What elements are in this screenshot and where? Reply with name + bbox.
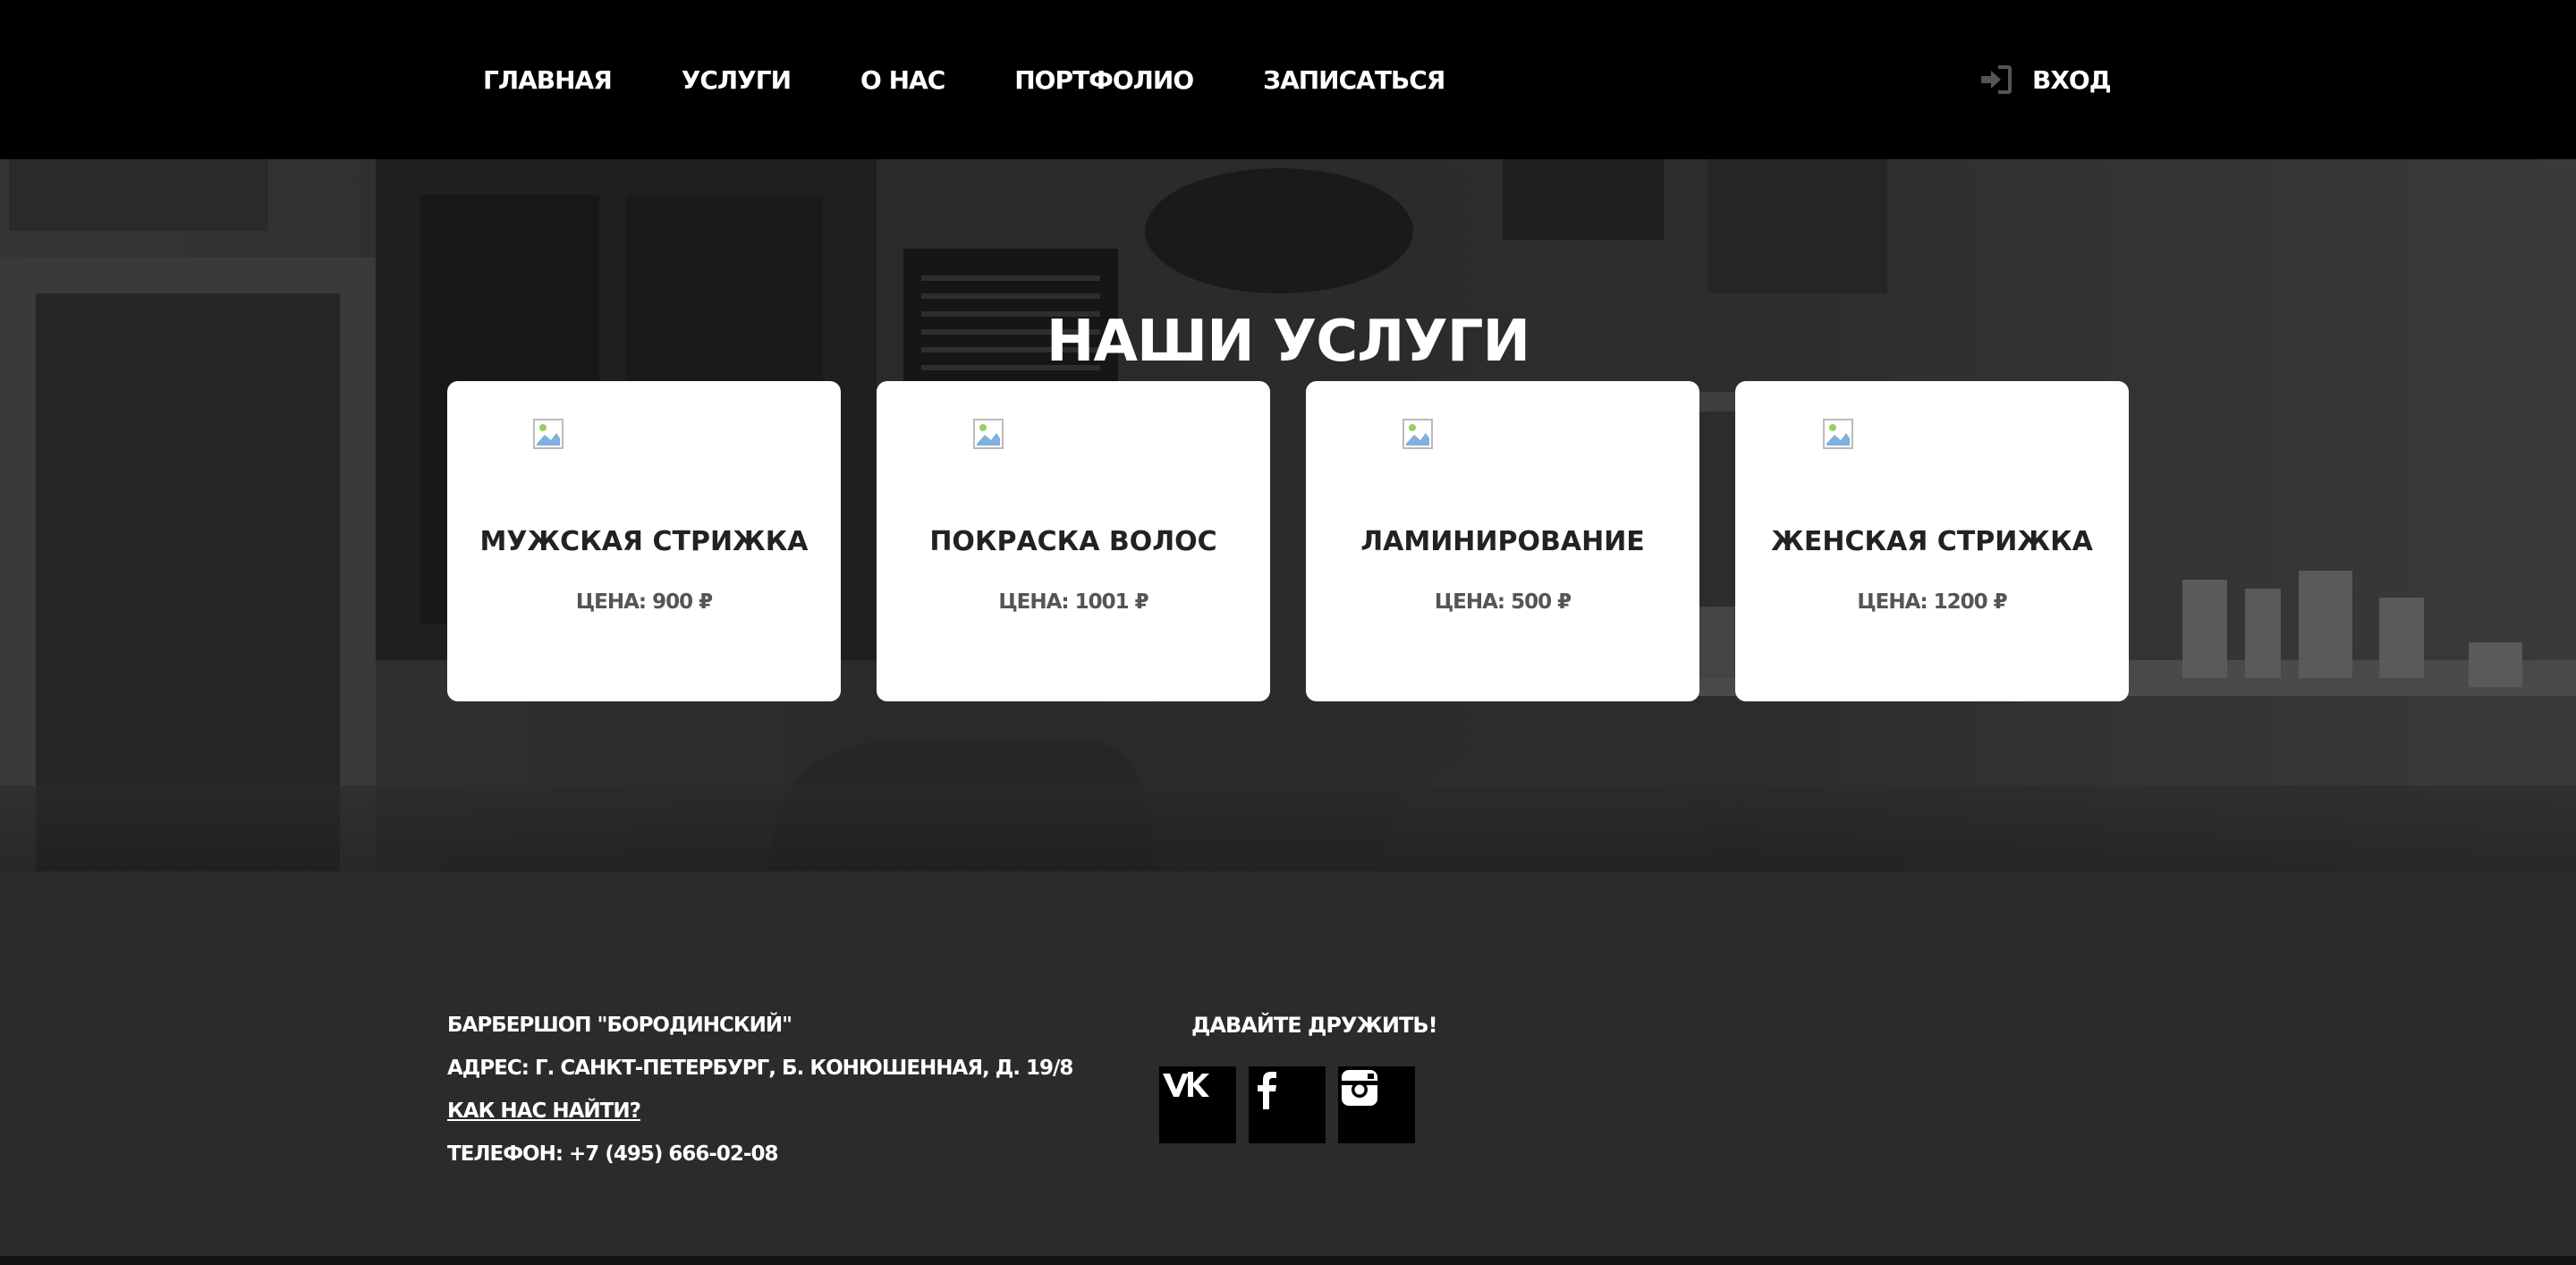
service-card-title: ЛАМИНИРОВАНИЕ <box>1360 526 1645 557</box>
service-card-womens-haircut[interactable]: ЖЕНСКАЯ СТРИЖКА ЦЕНА: 1200 ₽ <box>1735 381 2129 701</box>
nav-portfolio[interactable]: ПОРТФОЛИО <box>1014 65 1194 95</box>
instagram-icon <box>1342 1070 1377 1106</box>
social-links <box>1159 1066 1415 1143</box>
facebook-link[interactable] <box>1249 1066 1326 1143</box>
services-title: НАШИ УСЛУГИ <box>1046 308 1530 375</box>
nav-booking[interactable]: ЗАПИСАТЬСЯ <box>1263 65 1445 95</box>
shop-phone: ТЕЛЕФОН: +7 (495) 666-02-08 <box>447 1142 778 1166</box>
service-card-title: МУЖСКАЯ СТРИЖКА <box>479 526 809 557</box>
instagram-link[interactable] <box>1338 1066 1415 1143</box>
site-header: ГЛАВНАЯ УСЛУГИ О НАС ПОРТФОЛИО ЗАПИСАТЬС… <box>0 0 2576 159</box>
service-card-price: ЦЕНА: 1001 ₽ <box>998 590 1148 614</box>
nav-about[interactable]: О НАС <box>860 65 945 95</box>
shop-name: БАРБЕРШОП "БОРОДИНСКИЙ" <box>447 1014 792 1037</box>
social-title: ДАВАЙТЕ ДРУЖИТЬ! <box>1191 1013 1438 1038</box>
vk-icon <box>1163 1072 1209 1097</box>
login-button[interactable]: ВХОД <box>1979 0 2112 159</box>
vk-link[interactable] <box>1159 1066 1236 1143</box>
service-card-title: ПОКРАСКА ВОЛОС <box>929 526 1217 557</box>
login-label: ВХОД <box>2032 64 2112 95</box>
service-card-lamination[interactable]: ЛАМИНИРОВАНИЕ ЦЕНА: 500 ₽ <box>1306 381 1699 701</box>
broken-image-icon <box>973 419 1004 449</box>
nav-services[interactable]: УСЛУГИ <box>682 65 792 95</box>
how-to-find-link[interactable]: КАК НАС НАЙТИ? <box>447 1099 641 1123</box>
broken-image-icon <box>533 419 564 449</box>
service-card-price: ЦЕНА: 1200 ₽ <box>1857 590 2007 614</box>
broken-image-icon <box>1823 419 1853 449</box>
service-card-price: ЦЕНА: 900 ₽ <box>575 590 713 614</box>
service-cards: МУЖСКАЯ СТРИЖКА ЦЕНА: 900 ₽ ПОКРАСКА ВОЛ… <box>447 381 2129 701</box>
facebook-icon <box>1258 1072 1276 1109</box>
main-nav: ГЛАВНАЯ УСЛУГИ О НАС ПОРТФОЛИО ЗАПИСАТЬС… <box>483 0 1514 159</box>
broken-image-icon <box>1402 419 1433 449</box>
login-icon <box>1981 65 2012 94</box>
services-section: НАШИ УСЛУГИ МУЖСКАЯ СТРИЖКА ЦЕНА: 900 ₽ … <box>0 159 2576 871</box>
contact-info: БАРБЕРШОП "БОРОДИНСКИЙ" АДРЕС: Г. САНКТ-… <box>447 1004 1073 1176</box>
site-footer: БАРБЕРШОП "БОРОДИНСКИЙ" АДРЕС: Г. САНКТ-… <box>0 871 2576 1256</box>
nav-home[interactable]: ГЛАВНАЯ <box>483 65 613 95</box>
service-card-mens-haircut[interactable]: МУЖСКАЯ СТРИЖКА ЦЕНА: 900 ₽ <box>447 381 841 701</box>
shop-address: АДРЕС: Г. САНКТ-ПЕТЕРБУРГ, Б. КОНЮШЕННАЯ… <box>447 1057 1073 1080</box>
service-card-hair-coloring[interactable]: ПОКРАСКА ВОЛОС ЦЕНА: 1001 ₽ <box>877 381 1270 701</box>
service-card-price: ЦЕНА: 500 ₽ <box>1434 590 1572 614</box>
service-card-title: ЖЕНСКАЯ СТРИЖКА <box>1771 526 2093 557</box>
footer-bottom-strip <box>0 1256 2576 1265</box>
